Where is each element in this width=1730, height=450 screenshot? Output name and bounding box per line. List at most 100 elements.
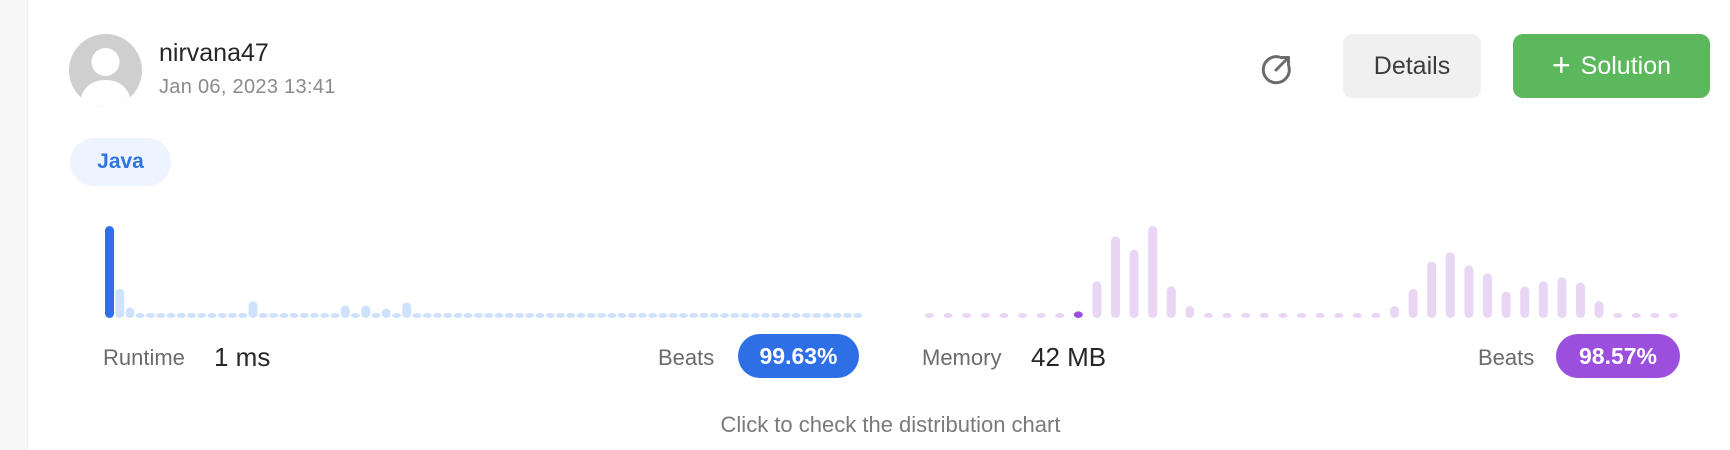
memory-distribution-bar[interactable] <box>1557 277 1567 318</box>
runtime-distribution-bar[interactable] <box>330 313 340 318</box>
runtime-distribution-bar[interactable] <box>269 313 278 318</box>
runtime-distribution-bar[interactable] <box>761 313 770 318</box>
runtime-distribution-bar[interactable] <box>586 313 596 318</box>
runtime-distribution-bar[interactable] <box>832 313 842 318</box>
runtime-distribution-bar[interactable] <box>545 313 555 318</box>
runtime-distribution-bar[interactable] <box>607 313 617 318</box>
runtime-distribution-bar[interactable] <box>422 313 432 318</box>
username[interactable]: nirvana47 <box>159 39 269 68</box>
runtime-distribution-bar[interactable] <box>228 313 237 318</box>
runtime-distribution-bar[interactable] <box>730 313 740 318</box>
memory-distribution-bar[interactable] <box>1427 261 1437 318</box>
runtime-distribution-bar[interactable] <box>248 301 258 318</box>
runtime-distribution-bar[interactable] <box>791 313 801 318</box>
memory-distribution-bar[interactable] <box>1483 273 1492 318</box>
memory-distribution-bar[interactable] <box>1371 313 1381 318</box>
runtime-distribution-bar[interactable] <box>238 313 248 318</box>
runtime-distribution-bar[interactable] <box>617 313 627 318</box>
runtime-distribution-bar[interactable] <box>258 313 268 318</box>
runtime-distribution-bar[interactable] <box>843 313 852 318</box>
runtime-distribution-bar[interactable] <box>638 313 647 318</box>
language-tag[interactable]: Java <box>70 138 171 186</box>
memory-distribution-bar[interactable] <box>1390 306 1399 318</box>
memory-distribution-bar[interactable] <box>1408 289 1418 318</box>
memory-distribution-bar[interactable] <box>1185 306 1195 318</box>
runtime-distribution-bar[interactable] <box>853 313 863 318</box>
runtime-distribution-bar[interactable] <box>289 313 299 318</box>
runtime-distribution-bar[interactable] <box>453 313 463 318</box>
memory-distribution-bar[interactable] <box>1613 313 1623 318</box>
runtime-distribution-bar[interactable] <box>125 307 135 318</box>
distribution-hint[interactable]: Click to check the distribution chart <box>0 412 1730 438</box>
memory-distribution-bar[interactable] <box>1631 313 1641 318</box>
runtime-distribution-bar[interactable] <box>668 313 678 318</box>
runtime-distribution-bar[interactable] <box>597 313 606 318</box>
memory-distribution-bar[interactable] <box>1315 313 1325 318</box>
runtime-distribution-bar[interactable] <box>709 313 719 318</box>
share-button[interactable] <box>1258 50 1296 88</box>
runtime-distribution-chart[interactable] <box>105 220 865 320</box>
memory-distribution-bar[interactable] <box>1111 236 1120 318</box>
runtime-distribution-bar[interactable] <box>484 313 494 318</box>
add-solution-button[interactable]: + Solution <box>1513 34 1710 98</box>
runtime-distribution-bar[interactable] <box>463 313 473 318</box>
runtime-distribution-bar[interactable] <box>197 313 207 318</box>
runtime-distribution-bar[interactable] <box>187 313 196 318</box>
memory-distribution-chart[interactable] <box>925 220 1685 320</box>
memory-distribution-bar[interactable] <box>980 313 990 318</box>
memory-distribution-bar[interactable] <box>1204 313 1213 318</box>
details-button[interactable]: Details <box>1343 34 1481 98</box>
runtime-distribution-bar[interactable] <box>392 313 401 318</box>
runtime-distribution-bar[interactable] <box>176 313 186 318</box>
runtime-distribution-bar[interactable] <box>566 313 576 318</box>
runtime-distribution-bar[interactable] <box>556 313 565 318</box>
runtime-distribution-bar[interactable] <box>217 313 227 318</box>
runtime-distribution-bar[interactable] <box>371 313 381 318</box>
memory-distribution-bar[interactable] <box>1445 252 1455 318</box>
memory-distribution-bar[interactable] <box>1520 286 1530 318</box>
runtime-distribution-bar[interactable] <box>699 313 709 318</box>
memory-distribution-bar[interactable] <box>1166 286 1176 318</box>
memory-distribution-bar[interactable] <box>1650 313 1660 318</box>
runtime-distribution-bar[interactable] <box>412 313 422 318</box>
avatar[interactable] <box>69 34 142 107</box>
memory-distribution-bar[interactable] <box>1222 313 1232 318</box>
memory-distribution-bar[interactable] <box>1018 313 1027 318</box>
runtime-distribution-bar[interactable] <box>720 313 729 318</box>
memory-distribution-bar[interactable] <box>1669 313 1678 318</box>
memory-distribution-bar[interactable] <box>962 313 972 318</box>
memory-distribution-bar[interactable] <box>1278 313 1288 318</box>
runtime-distribution-bar[interactable] <box>494 313 504 318</box>
memory-distribution-bar[interactable] <box>1092 281 1102 318</box>
runtime-distribution-bar[interactable] <box>658 313 668 318</box>
runtime-distribution-bar[interactable] <box>146 313 155 318</box>
memory-distribution-bar[interactable] <box>1297 313 1306 318</box>
runtime-distribution-bar[interactable] <box>740 313 750 318</box>
runtime-distribution-bar[interactable] <box>340 305 350 318</box>
runtime-distribution-bar[interactable] <box>135 313 145 318</box>
memory-distribution-bar[interactable] <box>1055 313 1065 318</box>
memory-distribution-bar[interactable] <box>1352 313 1362 318</box>
memory-distribution-bar[interactable] <box>1576 282 1585 318</box>
memory-distribution-bar[interactable] <box>999 313 1009 318</box>
runtime-distribution-bar[interactable] <box>115 288 125 318</box>
runtime-distribution-bar[interactable] <box>576 313 586 318</box>
runtime-distribution-bar[interactable] <box>822 313 832 318</box>
runtime-distribution-bar[interactable] <box>750 313 760 318</box>
memory-distribution-bar[interactable] <box>1073 311 1083 318</box>
runtime-distribution-bar[interactable] <box>535 313 545 318</box>
memory-distribution-bar[interactable] <box>1538 281 1548 318</box>
runtime-distribution-bar[interactable] <box>443 313 453 318</box>
runtime-distribution-bar[interactable] <box>433 313 442 318</box>
runtime-distribution-bar[interactable] <box>299 313 309 318</box>
runtime-distribution-bar[interactable] <box>279 313 289 318</box>
runtime-distribution-bar[interactable] <box>627 313 637 318</box>
runtime-distribution-bar[interactable] <box>351 313 360 318</box>
memory-distribution-bar[interactable] <box>1594 300 1604 318</box>
memory-distribution-bar[interactable] <box>1036 313 1046 318</box>
runtime-distribution-bar[interactable] <box>105 226 114 318</box>
runtime-distribution-bar[interactable] <box>648 313 658 318</box>
runtime-distribution-bar[interactable] <box>361 305 371 318</box>
runtime-distribution-bar[interactable] <box>812 313 822 318</box>
memory-distribution-bar[interactable] <box>925 313 934 318</box>
